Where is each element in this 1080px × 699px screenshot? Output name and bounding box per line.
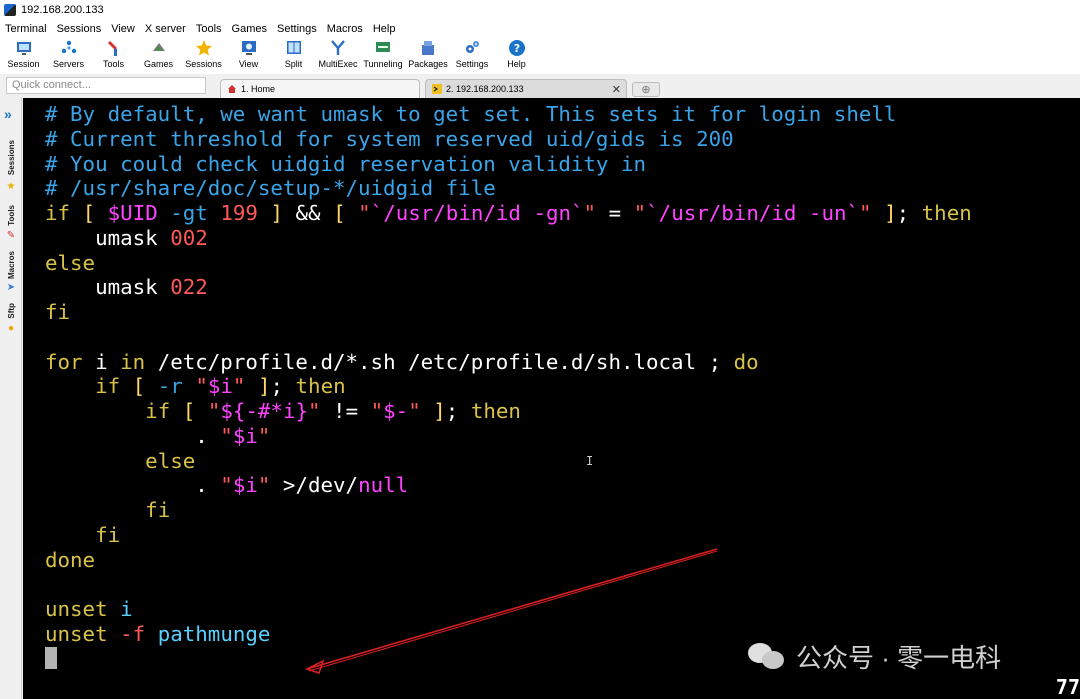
side-tab-sftp[interactable]: Sftp bbox=[3, 300, 19, 322]
side-tab-sessions[interactable]: Sessions bbox=[3, 136, 19, 180]
macro-icon: ➤ bbox=[6, 282, 16, 293]
menu-item-macros[interactable]: Macros bbox=[327, 23, 363, 35]
side-tab-macros[interactable]: Macros bbox=[3, 248, 19, 282]
toolbar-multiexec-button[interactable]: MultiExec bbox=[316, 38, 360, 74]
toolbar: Session Servers Tools Games Sessions View Spli… bbox=[0, 38, 1080, 74]
toolbar-split-button[interactable]: Split bbox=[271, 38, 316, 74]
toolbar-games-button[interactable]: Games bbox=[136, 38, 181, 74]
toolbar-servers-button[interactable]: Servers bbox=[46, 38, 91, 74]
side-panel: » Sessions ★ Tools ✎ Macros ➤ Sftp ● bbox=[0, 98, 22, 699]
multiexec-icon bbox=[329, 39, 347, 57]
quick-connect-input[interactable]: Quick connect... bbox=[6, 77, 206, 94]
toolbar-packages-button[interactable]: Packages bbox=[406, 38, 450, 74]
servers-icon bbox=[60, 39, 78, 57]
games-icon bbox=[150, 39, 168, 57]
tools-icon: ✎ bbox=[6, 230, 16, 241]
tools-icon bbox=[105, 39, 123, 57]
view-icon bbox=[240, 39, 258, 57]
sftp-icon: ● bbox=[7, 323, 15, 334]
star-icon bbox=[195, 39, 213, 57]
toolbar-label: Session bbox=[7, 59, 40, 69]
terminal-area[interactable]: # By default, we want umask to get set. … bbox=[23, 98, 1080, 699]
plus-icon: ⊕ bbox=[641, 84, 651, 96]
tab-session-label: 2. 192.168.200.133 bbox=[446, 84, 524, 94]
arrow-shaft bbox=[306, 548, 718, 670]
red-arrow-annotation bbox=[305, 548, 718, 674]
window-titlebar: 192.168.200.133 bbox=[0, 0, 1080, 20]
new-tab-button[interactable]: ⊕ bbox=[632, 82, 660, 97]
menu-item-games[interactable]: Games bbox=[232, 23, 267, 35]
tab-home-label: 1. Home bbox=[241, 84, 276, 94]
toolbar-help-button[interactable]: ? Help bbox=[494, 38, 539, 74]
session-icon bbox=[15, 39, 33, 57]
menu-item-terminal[interactable]: Terminal bbox=[5, 23, 47, 35]
toolbar-tools-button[interactable]: Tools bbox=[91, 38, 136, 74]
tab-home[interactable]: 1. Home bbox=[220, 79, 420, 98]
toolbar-label: Servers bbox=[52, 59, 84, 69]
toolbar-label: Games bbox=[143, 59, 173, 69]
menu-bar: Terminal Sessions View X server Tools Games Se… bbox=[0, 20, 1080, 38]
menu-item-help[interactable]: Help bbox=[373, 23, 396, 35]
toolbar-view-button[interactable]: View bbox=[226, 38, 271, 74]
toolbar-label: Help bbox=[507, 59, 526, 69]
split-icon bbox=[285, 39, 303, 57]
side-tab-tools[interactable]: Tools bbox=[3, 200, 19, 230]
star-icon: ★ bbox=[6, 181, 16, 192]
home-icon bbox=[228, 85, 236, 93]
watermark-text: 公众号 · 零一电科 bbox=[796, 642, 1002, 673]
toolbar-label: Split bbox=[284, 59, 303, 69]
gear-icon bbox=[463, 39, 481, 57]
help-icon: ? bbox=[508, 39, 526, 57]
toolbar-label: Tunneling bbox=[363, 59, 403, 69]
menu-item-tools[interactable]: Tools bbox=[196, 23, 222, 35]
menu-item-x-server[interactable]: X server bbox=[145, 23, 186, 35]
menu-item-sessions[interactable]: Sessions bbox=[57, 23, 102, 35]
toolbar-sessions-button[interactable]: Sessions bbox=[181, 38, 226, 74]
toolbar-label: Sessions bbox=[185, 59, 222, 69]
close-tab-icon[interactable]: ✕ bbox=[612, 83, 621, 96]
toolbar-label: Tools bbox=[102, 59, 124, 69]
toolbar-settings-button[interactable]: Settings bbox=[450, 38, 494, 74]
menu-item-view[interactable]: View bbox=[111, 23, 135, 35]
toolbar-label: View bbox=[238, 59, 259, 69]
toolbar-label: Settings bbox=[455, 59, 489, 69]
tunneling-icon bbox=[374, 39, 392, 57]
arrow-shaft-edge bbox=[308, 550, 718, 672]
svg-text:?: ? bbox=[513, 42, 519, 55]
expand-sidebar-icon[interactable]: » bbox=[4, 106, 12, 122]
toolbar-label: Packages bbox=[408, 59, 448, 69]
wechat-watermark: 公众号 · 零一电科 bbox=[748, 636, 1001, 676]
menu-item-settings[interactable]: Settings bbox=[277, 23, 317, 35]
terminal-icon bbox=[432, 84, 442, 94]
mobaxterm-logo-icon bbox=[4, 4, 16, 16]
wechat-icon bbox=[748, 641, 786, 671]
tab-row: Quick connect... 1. Home 2. 192.168.200.… bbox=[0, 74, 1080, 98]
corner-number: 77 bbox=[1055, 675, 1080, 699]
tab-session[interactable]: 2. 192.168.200.133 ✕ bbox=[425, 79, 627, 98]
toolbar-label: MultiExec bbox=[318, 59, 358, 69]
packages-icon bbox=[419, 39, 437, 57]
toolbar-session-button[interactable]: Session bbox=[1, 38, 46, 74]
window-title: 192.168.200.133 bbox=[21, 4, 104, 16]
toolbar-tunneling-button[interactable]: Tunneling bbox=[360, 38, 406, 74]
